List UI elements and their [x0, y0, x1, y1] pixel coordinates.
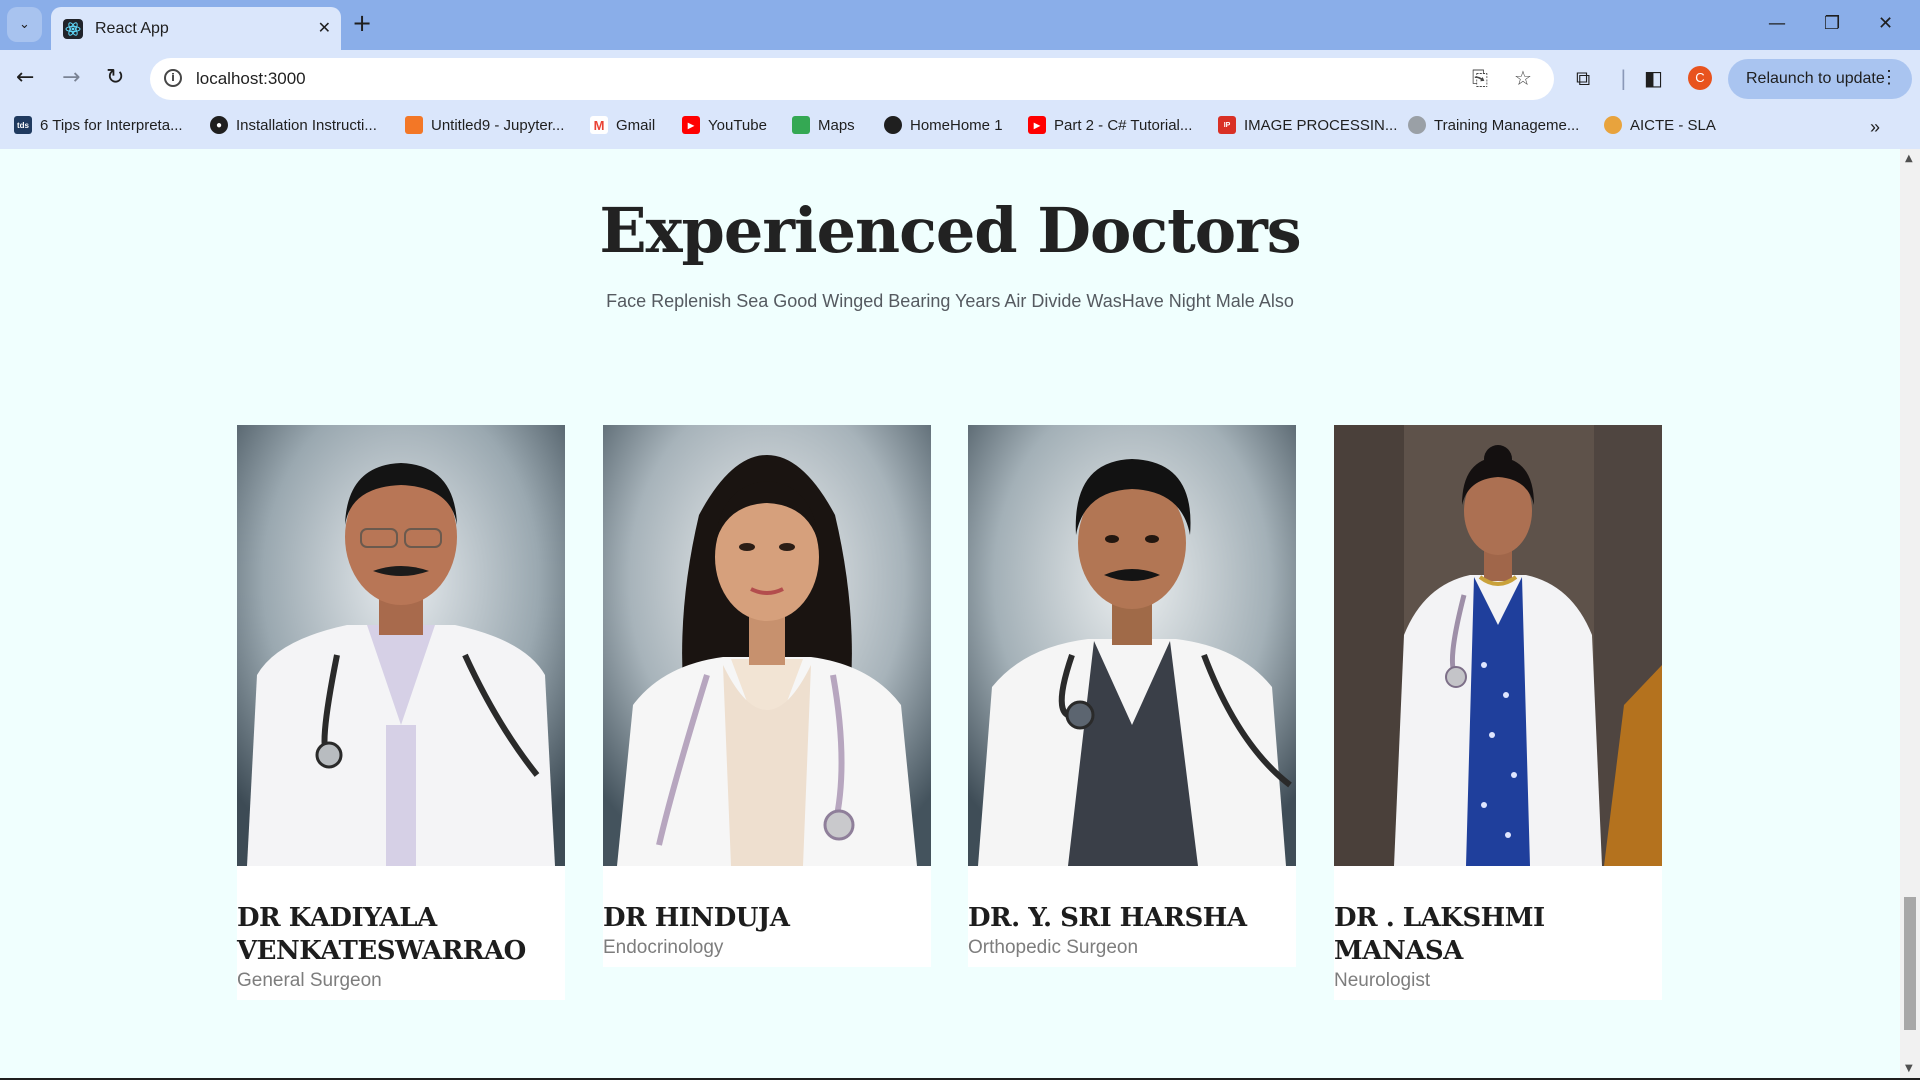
page-scrollbar[interactable]: ▲ ▼ — [1900, 149, 1920, 1078]
doctor-specialty: Endocrinology — [603, 937, 724, 958]
bookmark-item[interactable]: AICTE - SLA — [1604, 116, 1716, 134]
bookmark-label: AICTE - SLA — [1630, 116, 1716, 134]
toolbar-divider: | — [1620, 66, 1627, 90]
bookmark-item[interactable]: ▶ Part 2 - C# Tutorial... — [1028, 116, 1192, 134]
scroll-up-arrow-icon[interactable]: ▲ — [1905, 153, 1913, 164]
bookmark-label: YouTube — [708, 116, 767, 134]
site-info-icon[interactable]: i — [164, 69, 182, 87]
bookmark-star-icon[interactable]: ☆ — [1514, 66, 1532, 90]
side-panel-icon[interactable]: ◧ — [1644, 66, 1663, 90]
address-bar[interactable]: i localhost:3000 ⎘ ☆ — [150, 58, 1554, 100]
more-bookmarks-icon[interactable]: » — [1870, 117, 1880, 138]
bookmark-item[interactable]: HomeHome 1 — [884, 116, 1003, 134]
doctor-name: DR . LAKSHMI MANASA — [1334, 903, 1545, 966]
doctor-card[interactable]: DR KADIYALA VENKATESWARRAO General Surge… — [237, 425, 565, 1000]
doctor-photo — [237, 425, 565, 866]
scroll-down-arrow-icon[interactable]: ▼ — [1905, 1063, 1913, 1074]
profile-avatar[interactable]: C — [1688, 66, 1712, 90]
tab-react-app[interactable]: React App ✕ — [51, 7, 341, 50]
install-app-icon[interactable]: ⎘ — [1472, 66, 1488, 90]
youtube-icon: ▶ — [1028, 116, 1046, 134]
new-tab-icon[interactable]: + — [352, 11, 372, 35]
more-menu-icon[interactable]: ⋮ — [1880, 67, 1898, 88]
jupyter-icon — [405, 116, 423, 134]
maps-icon — [792, 116, 810, 134]
bookmark-label: HomeHome 1 — [910, 116, 1003, 134]
globe-icon — [884, 116, 902, 134]
doctor-specialty: General Surgeon — [237, 970, 382, 991]
bookmarks-bar: tds 6 Tips for Interpreta... ● Installat… — [0, 107, 1920, 149]
bookmark-item[interactable]: ● Installation Instructi... — [210, 116, 377, 134]
tab-search-button[interactable]: ⌄ — [7, 7, 42, 42]
forward-icon[interactable]: → — [62, 66, 80, 90]
training-icon — [1408, 116, 1426, 134]
image-icon: IP — [1218, 116, 1236, 134]
gmail-icon: M — [590, 116, 608, 134]
bookmark-item[interactable]: Training Manageme... — [1408, 116, 1579, 134]
bookmark-label: Installation Instructi... — [236, 116, 377, 134]
doctor-specialty: Neurologist — [1334, 970, 1431, 991]
url-text[interactable]: localhost:3000 — [196, 69, 306, 89]
extensions-icon[interactable]: ⧉ — [1576, 66, 1590, 90]
react-icon — [63, 18, 83, 39]
youtube-icon: ▶ — [682, 116, 700, 134]
doctor-photo — [968, 425, 1296, 866]
window-close-icon[interactable]: ✕ — [1878, 12, 1893, 36]
minimize-icon[interactable]: — — [1768, 12, 1786, 36]
tab-title: React App — [95, 19, 169, 37]
doctor-card[interactable]: DR. Y. SRI HARSHA Orthopedic Surgeon — [968, 425, 1296, 967]
page-content: Experienced Doctors Face Replenish Sea G… — [0, 149, 1900, 1078]
section-subtitle: Face Replenish Sea Good Winged Bearing Y… — [606, 291, 1294, 311]
tds-icon: tds — [14, 116, 32, 134]
browser-toolbar: ← → ↻ i localhost:3000 ⎘ ☆ ⧉ | ◧ C Relau… — [0, 50, 1920, 107]
doctor-photo — [603, 425, 931, 866]
bookmark-label: Training Manageme... — [1434, 116, 1580, 134]
aicte-icon — [1604, 116, 1622, 134]
github-icon: ● — [210, 116, 228, 134]
reload-icon[interactable]: ↻ — [106, 66, 124, 90]
doctor-photo — [1334, 425, 1662, 866]
bookmark-label: IMAGE PROCESSIN... — [1244, 116, 1398, 134]
browser-titlebar: ⌄ React App ✕ + — ❐ ✕ — [0, 0, 1920, 50]
bookmark-label: Maps — [818, 116, 855, 134]
bookmark-label: 6 Tips for Interpreta... — [40, 116, 183, 134]
close-tab-icon[interactable]: ✕ — [318, 18, 331, 37]
bookmark-item[interactable]: M Gmail — [590, 116, 655, 134]
bookmark-label: Gmail — [616, 116, 656, 134]
bookmark-item[interactable]: Untitled9 - Jupyter... — [405, 116, 564, 134]
bookmark-item[interactable]: ▶ YouTube — [682, 116, 767, 134]
bookmark-item[interactable]: IP IMAGE PROCESSIN... — [1218, 116, 1397, 134]
doctor-name: DR. Y. SRI HARSHA — [968, 903, 1247, 933]
scrollbar-thumb[interactable] — [1904, 897, 1916, 1030]
section-title: Experienced Doctors — [599, 194, 1301, 267]
bookmark-item[interactable]: Maps — [792, 116, 855, 134]
relaunch-label: Relaunch to update — [1746, 70, 1885, 87]
doctor-name: DR KADIYALA VENKATESWARRAO — [237, 903, 526, 966]
bookmark-label: Part 2 - C# Tutorial... — [1054, 116, 1193, 134]
doctor-card[interactable]: DR . LAKSHMI MANASA Neurologist — [1334, 425, 1662, 1000]
doctor-specialty: Orthopedic Surgeon — [968, 937, 1139, 958]
doctor-card[interactable]: DR HINDUJA Endocrinology — [603, 425, 931, 967]
relaunch-button[interactable]: Relaunch to update ⋮ — [1728, 59, 1912, 99]
restore-icon[interactable]: ❐ — [1824, 12, 1840, 36]
bookmark-label: Untitled9 - Jupyter... — [431, 116, 565, 134]
doctor-name: DR HINDUJA — [603, 903, 790, 933]
back-icon[interactable]: ← — [16, 66, 34, 90]
bookmark-item[interactable]: tds 6 Tips for Interpreta... — [14, 116, 183, 134]
